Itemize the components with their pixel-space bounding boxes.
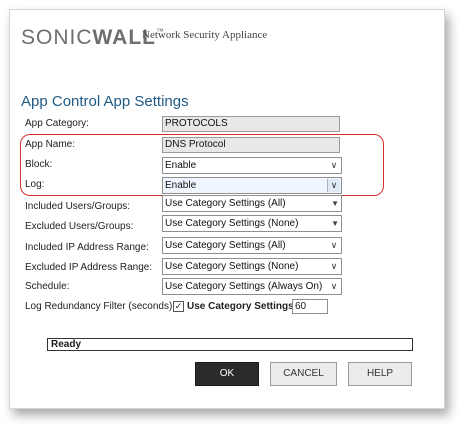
- block-select-value: Enable: [165, 160, 197, 171]
- status-bar: Ready: [47, 338, 413, 351]
- included-ip-label: Included IP Address Range:: [25, 242, 149, 253]
- app-category-label: App Category:: [25, 118, 89, 129]
- excluded-ip-value: Use Category Settings (None): [165, 261, 299, 272]
- included-users-select[interactable]: Use Category Settings (All) ▼: [162, 195, 342, 212]
- block-label: Block:: [25, 159, 53, 170]
- cancel-button[interactable]: CANCEL: [270, 362, 337, 386]
- excluded-ip-select[interactable]: Use Category Settings (None) ∨: [162, 258, 342, 275]
- schedule-label: Schedule:: [25, 281, 70, 292]
- log-redundancy-input[interactable]: 60: [292, 299, 328, 314]
- chevron-down-icon: ∨: [330, 281, 338, 291]
- excluded-users-label: Excluded Users/Groups:: [25, 221, 134, 232]
- app-name-label: App Name:: [25, 139, 76, 150]
- settings-window: SONICWALL™ Network Security Appliance Ap…: [9, 9, 445, 409]
- chevron-down-icon: ∨: [327, 179, 340, 192]
- block-select[interactable]: Enable ∨: [162, 157, 342, 174]
- excluded-ip-label: Excluded IP Address Range:: [25, 262, 153, 273]
- schedule-value: Use Category Settings (Always On): [165, 281, 323, 292]
- header-subtitle: Network Security Appliance: [142, 29, 268, 41]
- log-select[interactable]: Enable ∨: [162, 177, 342, 194]
- log-redundancy-label: Log Redundancy Filter (seconds):: [25, 301, 176, 312]
- ok-button[interactable]: OK: [195, 362, 259, 386]
- app-name-field: DNS Protocol: [162, 137, 340, 153]
- included-users-label: Included Users/Groups:: [25, 201, 131, 212]
- included-users-value: Use Category Settings (All): [165, 198, 286, 209]
- chevron-down-icon: ∨: [330, 160, 338, 170]
- excluded-users-value: Use Category Settings (None): [165, 218, 299, 229]
- use-category-settings-label: Use Category Settings: [187, 301, 294, 312]
- dropdown-arrow-icon: ▼: [331, 219, 339, 228]
- chevron-down-icon: ∨: [330, 261, 338, 271]
- log-select-value: Enable: [165, 180, 197, 191]
- chevron-down-icon: ∨: [330, 240, 338, 250]
- use-category-settings-checkbox[interactable]: ✓: [173, 301, 184, 312]
- schedule-select[interactable]: Use Category Settings (Always On) ∨: [162, 278, 342, 295]
- page-title: App Control App Settings: [21, 93, 189, 110]
- dropdown-arrow-icon: ▼: [331, 199, 339, 208]
- included-ip-select[interactable]: Use Category Settings (All) ∨: [162, 237, 342, 254]
- log-label: Log:: [25, 179, 45, 190]
- included-ip-value: Use Category Settings (All): [165, 240, 286, 251]
- excluded-users-select[interactable]: Use Category Settings (None) ▼: [162, 215, 342, 232]
- app-category-field: PROTOCOLS: [162, 116, 340, 132]
- help-button[interactable]: HELP: [348, 362, 412, 386]
